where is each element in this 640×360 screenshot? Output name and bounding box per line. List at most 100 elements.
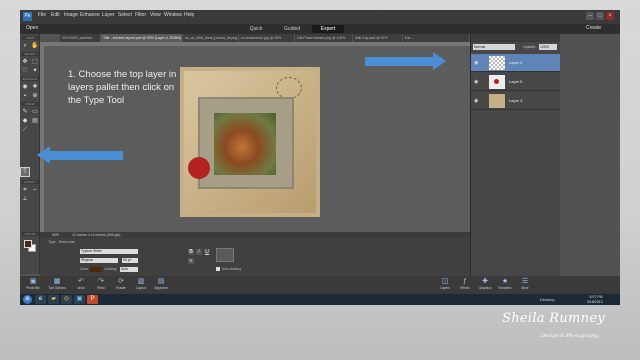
hand-icon[interactable]: ✋ bbox=[31, 42, 39, 50]
doc-tab[interactable]: Old Photo frames.png @ 100% bbox=[295, 34, 353, 42]
leading-select[interactable]: Auto bbox=[120, 267, 138, 272]
ps-icon[interactable]: ▣ bbox=[74, 295, 85, 304]
recompose-icon[interactable]: ⇔ bbox=[31, 186, 39, 194]
close-icon[interactable]: × bbox=[606, 12, 614, 20]
straighten-icon[interactable]: ⟂ bbox=[21, 195, 29, 203]
visibility-eye-icon[interactable]: ◉ bbox=[474, 79, 478, 85]
rotate-button[interactable]: ⟳ Rotate bbox=[112, 278, 130, 290]
photo-bin-button[interactable]: ▣ Photo Bin bbox=[24, 278, 42, 290]
folder-icon[interactable]: ▰ bbox=[48, 295, 59, 304]
tab-quick[interactable]: Quick bbox=[240, 25, 272, 33]
redo-button[interactable]: ↷ Redo bbox=[92, 278, 110, 290]
underline-icon[interactable]: U bbox=[204, 249, 210, 255]
sponge-icon[interactable]: ▪ bbox=[21, 92, 29, 100]
toolbox-section-modify: MODIFY bbox=[21, 180, 39, 184]
menu-window[interactable]: Window bbox=[164, 12, 182, 18]
doc-tab[interactable]: 20120323_sublime... bbox=[60, 34, 101, 42]
layer-row[interactable]: ◉ Layer 5 bbox=[471, 73, 561, 91]
move-icon[interactable]: ✥ bbox=[21, 58, 29, 66]
magic-wand-icon[interactable]: ✦ bbox=[31, 67, 39, 75]
ppt-icon[interactable]: P bbox=[87, 295, 98, 304]
signature-name: Sheila Rumney bbox=[502, 311, 605, 326]
menu-help[interactable]: Help bbox=[184, 12, 194, 18]
crop-icon[interactable]: ⌗ bbox=[21, 186, 29, 194]
artwork-postmark bbox=[276, 77, 302, 99]
menu-view[interactable]: View bbox=[150, 12, 161, 18]
graphics-button[interactable]: ✚ Graphics bbox=[476, 278, 494, 290]
organizer-button[interactable]: ▤ Organizer bbox=[152, 278, 170, 290]
layer-row[interactable]: ◉ Layer 3 bbox=[471, 92, 561, 110]
bucket-icon[interactable]: ◆ bbox=[21, 117, 29, 125]
marquee-icon[interactable]: ⬚ bbox=[31, 58, 39, 66]
blend-mode-select[interactable]: Normal bbox=[473, 44, 515, 50]
visibility-eye-icon[interactable]: ◉ bbox=[474, 98, 478, 104]
menu-layer[interactable]: Layer bbox=[102, 12, 115, 18]
eye-icon[interactable]: ◉ bbox=[21, 83, 29, 91]
create-button[interactable]: Create bbox=[586, 25, 601, 31]
layout-button[interactable]: ▥ Layout bbox=[132, 278, 150, 290]
rotate-icon: ⟳ bbox=[118, 278, 124, 285]
menu-select[interactable]: Select bbox=[118, 12, 132, 18]
tab-guided[interactable]: Guided bbox=[276, 25, 308, 33]
redo-label: Redo bbox=[97, 286, 105, 290]
foreground-color-swatch[interactable] bbox=[24, 240, 32, 248]
menu-enhance[interactable]: Enhance bbox=[80, 12, 100, 18]
zoom-icon[interactable]: ⌕ bbox=[21, 42, 29, 50]
more-button[interactable]: ☰ More bbox=[516, 278, 534, 290]
scrapbook-artwork bbox=[180, 67, 320, 217]
gradient-icon[interactable]: ▤ bbox=[31, 117, 39, 125]
menu-image[interactable]: Image bbox=[64, 12, 78, 18]
font-family-select[interactable]: Typical Writer bbox=[80, 249, 138, 254]
desktop-label[interactable]: Desktop bbox=[540, 297, 555, 302]
doc-tab[interactable]: Milk Cap.psd @ 67% bbox=[353, 34, 403, 42]
layer-thumbnail bbox=[489, 56, 505, 70]
visibility-eye-icon[interactable]: ◉ bbox=[474, 60, 478, 66]
doc-tab[interactable]: sc.chaameron.jpg @ 25% bbox=[239, 34, 295, 42]
menu-edit[interactable]: Edit bbox=[51, 12, 60, 18]
effects-button[interactable]: ƒ Effects bbox=[456, 278, 474, 290]
anti-alias-label: Anti-aliasing bbox=[222, 267, 242, 271]
photo-bin-label: Photo Bin bbox=[26, 286, 40, 290]
font-size-select[interactable]: 90 pt bbox=[122, 258, 138, 263]
clock-time: 8:07 PM bbox=[589, 295, 603, 299]
stamp-thumb-icon bbox=[494, 79, 499, 84]
text-warp-preview[interactable] bbox=[216, 248, 234, 262]
eyedropper-icon[interactable]: ⟋ bbox=[21, 126, 29, 134]
layers-button[interactable]: ◫ Layers bbox=[436, 278, 454, 290]
lasso-icon[interactable]: ➰ bbox=[21, 67, 29, 75]
font-style-select[interactable]: Regular bbox=[80, 258, 118, 263]
menu-file[interactable]: File bbox=[38, 12, 46, 18]
doc-tab[interactable]: Eat ... bbox=[403, 34, 470, 42]
favorites-button[interactable]: ★ Favorites bbox=[496, 278, 514, 290]
opacity-input[interactable]: 100% bbox=[539, 44, 557, 50]
clone-icon[interactable]: ⊕ bbox=[31, 92, 39, 100]
start-button-icon[interactable]: ⊞ bbox=[23, 295, 32, 304]
effects-icon: ƒ bbox=[463, 278, 467, 285]
undo-button[interactable]: ↶ Undo bbox=[72, 278, 90, 290]
chrome-icon[interactable]: ◎ bbox=[61, 295, 72, 304]
tool-options-label: Tool Options bbox=[48, 286, 66, 290]
more-icon: ☰ bbox=[521, 278, 529, 285]
tab-expert[interactable]: Expert bbox=[312, 25, 344, 33]
type-icon[interactable]: T bbox=[20, 167, 30, 177]
tool-options-panel: Type - Horizontal Typical Writer Regular… bbox=[40, 238, 470, 276]
tool-options-button[interactable]: ▦ Tool Options bbox=[48, 278, 66, 290]
italic-icon[interactable]: I bbox=[196, 249, 202, 255]
windows-taskbar: ⊞ e ▰ ◎ ▣ P Desktop 8:07 PM 3/18/2013 bbox=[20, 294, 620, 305]
anti-alias-checkbox[interactable] bbox=[216, 267, 220, 271]
document-tabs: 20120323_sublime... Title - chicken layo… bbox=[60, 34, 470, 42]
doc-tab[interactable]: ss_do_t0bk_floral_journal_hk.png bbox=[183, 34, 239, 42]
maximize-icon[interactable]: □ bbox=[596, 12, 604, 20]
ie-icon[interactable]: e bbox=[35, 295, 46, 304]
layer-row-selected[interactable]: ◉ Layer 4 bbox=[471, 54, 561, 72]
eraser-icon[interactable]: ▭ bbox=[31, 108, 39, 116]
minimize-icon[interactable]: – bbox=[586, 12, 594, 20]
brush-icon[interactable]: ✎ bbox=[21, 108, 29, 116]
text-color-swatch[interactable] bbox=[90, 267, 102, 272]
align-left-icon[interactable]: ≡ bbox=[188, 258, 194, 264]
open-button[interactable]: Open bbox=[26, 25, 38, 31]
bold-icon[interactable]: B bbox=[188, 249, 194, 255]
doc-tab-active[interactable]: Title - chicken layout.psd @ 50% (Layer … bbox=[101, 34, 183, 42]
menu-filter[interactable]: Filter bbox=[135, 12, 146, 18]
healing-icon[interactable]: ✚ bbox=[31, 83, 39, 91]
